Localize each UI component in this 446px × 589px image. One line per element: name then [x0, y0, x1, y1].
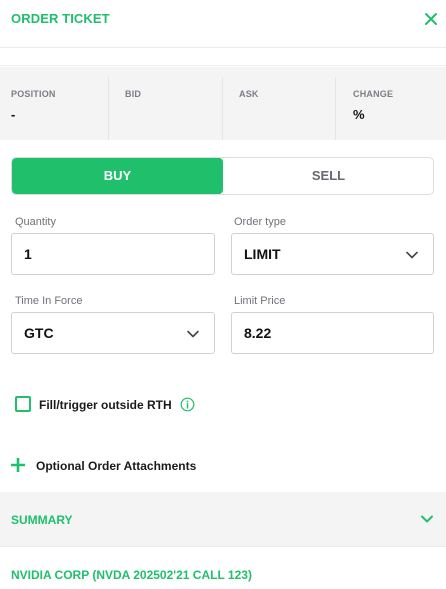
stat-change-label: CHANGE [353, 89, 394, 99]
stat-ask-label: ASK [239, 89, 259, 99]
plus-icon [11, 458, 25, 472]
order-type-label: Order type [234, 216, 286, 228]
outside-rth-label: Fill/trigger outside RTH [39, 398, 172, 412]
quantity-label: Quantity [15, 216, 56, 228]
order-type-select[interactable]: LIMIT [231, 233, 434, 275]
time-in-force-label: Time In Force [15, 295, 83, 307]
limit-price-input[interactable]: 8.22 [231, 312, 434, 354]
chevron-down-icon [421, 515, 433, 523]
order-type-value: LIMIT [244, 246, 281, 262]
buy-button[interactable]: BUY [12, 158, 223, 194]
order-ticket-header: ORDER TICKET [0, 0, 446, 48]
page-title: ORDER TICKET [11, 11, 110, 26]
quote-stats-panel: POSITION - BID ASK CHANGE % [0, 67, 446, 140]
stat-change: CHANGE % [336, 67, 446, 140]
limit-price-label: Limit Price [234, 295, 286, 307]
chevron-down-icon [406, 251, 418, 259]
order-attachments-label: Optional Order Attachments [36, 459, 197, 473]
stat-bid-label: BID [125, 89, 142, 99]
instrument-title[interactable]: NVIDIA CORP (NVDA 202502'21 CALL 123) [11, 568, 252, 582]
limit-price-value: 8.22 [244, 325, 272, 341]
stat-ask: ASK [223, 67, 335, 140]
buy-sell-toggle: BUY SELL [11, 157, 434, 195]
time-in-force-value: GTC [24, 325, 54, 341]
time-in-force-select[interactable]: GTC [11, 312, 215, 354]
summary-section-toggle[interactable]: SUMMARY [0, 492, 446, 547]
info-icon[interactable] [180, 397, 195, 412]
stat-position-value: - [11, 107, 16, 122]
stat-change-value: % [353, 107, 365, 122]
header-spacer [0, 48, 446, 66]
quantity-value: 1 [24, 246, 32, 262]
stat-position: POSITION - [0, 67, 108, 140]
stat-position-label: POSITION [11, 89, 56, 99]
summary-title: SUMMARY [11, 513, 73, 527]
stat-bid: BID [109, 67, 222, 140]
sell-button[interactable]: SELL [224, 158, 433, 194]
close-icon[interactable] [420, 8, 442, 30]
outside-rth-checkbox[interactable] [15, 396, 31, 412]
chevron-down-icon [187, 330, 199, 338]
quantity-input[interactable]: 1 [11, 233, 215, 275]
